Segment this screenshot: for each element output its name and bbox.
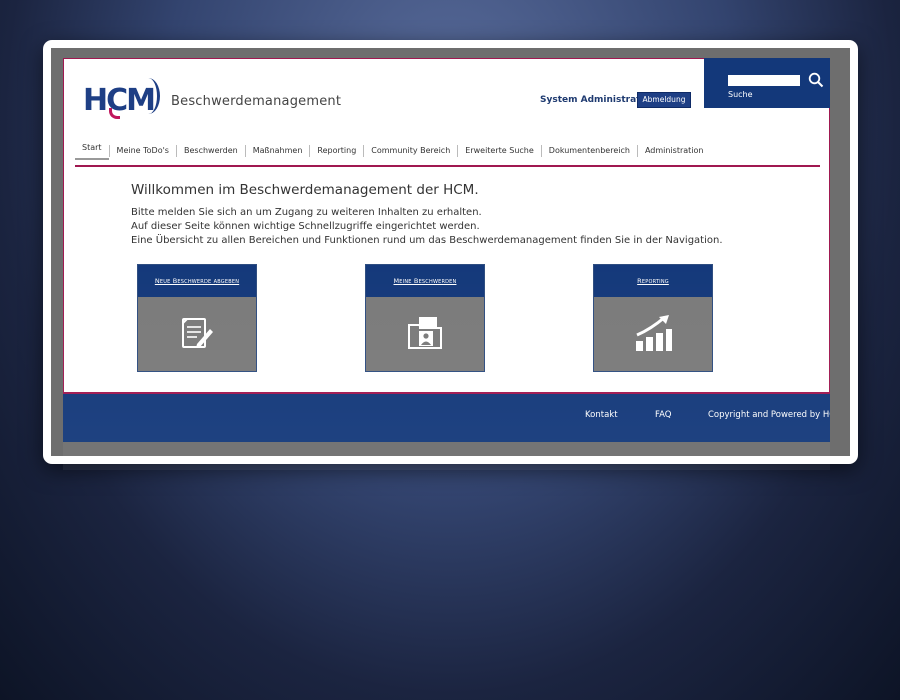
logout-button[interactable]: Abmeldung: [637, 92, 691, 108]
nav-item-erweiterte-suche[interactable]: Erweiterte Suche: [457, 145, 541, 157]
tile-meine-beschwerden[interactable]: Meine Beschwerden: [365, 264, 485, 372]
footer-link-kontakt[interactable]: Kontakt: [585, 410, 618, 420]
nav-divider: [75, 165, 820, 167]
nav-item-beschwerden[interactable]: Beschwerden: [175, 145, 245, 157]
footer-link-faq[interactable]: FAQ: [655, 410, 671, 420]
folder-person-icon: [408, 317, 442, 349]
nav-item-administration[interactable]: Administration: [636, 145, 711, 157]
search-panel: Suche: [704, 58, 830, 108]
web-page: HCM Beschwerdemanagement System Administ…: [63, 58, 830, 442]
search-label: Suche: [728, 90, 753, 99]
nav-item-community-bereich[interactable]: Community Bereich: [363, 145, 457, 157]
document-edit-icon: [182, 318, 213, 348]
screen-frame: HCM Beschwerdemanagement System Administ…: [43, 40, 858, 464]
nav-item-meine-todos[interactable]: Meine ToDo's: [108, 145, 176, 157]
welcome-heading: Willkommen im Beschwerdemanagement der H…: [131, 182, 479, 198]
welcome-line: Bitte melden Sie sich an um Zugang zu we…: [131, 207, 482, 218]
logo-arc: [137, 78, 160, 114]
nav-item-massnahmen[interactable]: Maßnahmen: [244, 145, 310, 157]
page-footer: Kontakt FAQ Copyright and Powered by HCM: [63, 392, 830, 442]
tile-neue-beschwerde[interactable]: Neue Beschwerde abgeben: [137, 264, 257, 372]
welcome-line: Auf dieser Seite können wichtige Schnell…: [131, 221, 480, 232]
welcome-text: Bitte melden Sie sich an um Zugang zu we…: [131, 206, 723, 248]
search-icon[interactable]: [808, 72, 824, 88]
page-border: [63, 58, 830, 442]
tile-link-meine-beschwerden[interactable]: Meine Beschwerden: [366, 265, 484, 297]
nav-item-reporting[interactable]: Reporting: [309, 145, 363, 157]
tile-link-neue-beschwerde[interactable]: Neue Beschwerde abgeben: [138, 265, 256, 297]
tile-link-reporting[interactable]: Reporting: [594, 265, 712, 297]
search-input[interactable]: [728, 75, 800, 86]
monitor-bezel: HCM Beschwerdemanagement System Administ…: [51, 48, 850, 456]
nav-item-start[interactable]: Start: [75, 142, 109, 160]
hcm-logo[interactable]: HCM: [83, 78, 160, 120]
welcome-line: Eine Übersicht zu allen Bereichen und Fu…: [131, 235, 723, 246]
nav-item-dokumentenbereich[interactable]: Dokumentenbereich: [540, 145, 637, 157]
footer-link-copyright[interactable]: Copyright and Powered by HCM: [708, 410, 830, 420]
tile-reporting[interactable]: Reporting: [593, 264, 713, 372]
app-title: Beschwerdemanagement: [171, 94, 342, 109]
current-user-name: System Administrator: [540, 95, 652, 105]
main-navigation: Start Meine ToDo's Beschwerden Maßnahmen…: [75, 140, 711, 162]
bar-chart-up-icon: [636, 315, 672, 351]
